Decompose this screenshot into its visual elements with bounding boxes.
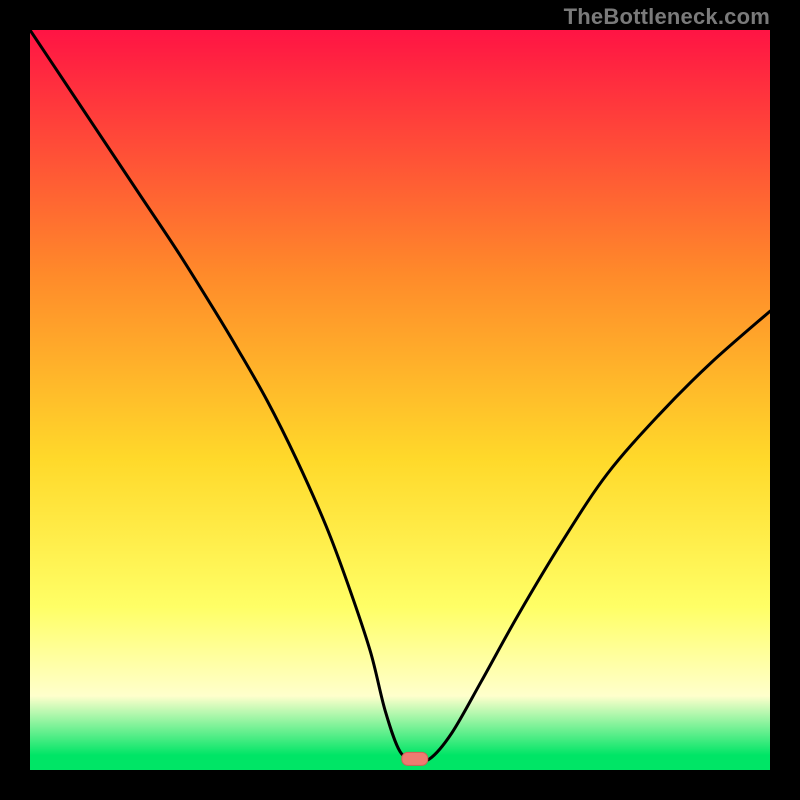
plot-area	[30, 30, 770, 770]
gradient-background	[30, 30, 770, 770]
bottleneck-chart	[30, 30, 770, 770]
optimal-marker	[402, 752, 428, 765]
chart-frame: TheBottleneck.com	[0, 0, 800, 800]
watermark-text: TheBottleneck.com	[564, 4, 770, 30]
